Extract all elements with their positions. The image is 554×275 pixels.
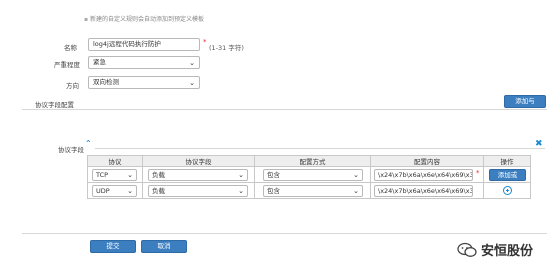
direction-label: 方向 xyxy=(66,82,79,90)
content-input[interactable]: \x24\x7b\x6a\x6e\x64\x69\x3a xyxy=(374,169,473,181)
chevron-down-icon: ⌄ xyxy=(189,79,195,87)
chevron-down-icon: ⌄ xyxy=(238,187,244,195)
protocol-select[interactable]: UDP ⌄ xyxy=(92,185,137,197)
chevron-up-icon[interactable]: ⌃ xyxy=(85,139,92,148)
direction-select[interactable]: 双向检测 ⌄ xyxy=(88,76,200,89)
severity-value: 紧急 xyxy=(93,58,106,66)
table-header-row: 协议 协议字段 配置方式 配置内容 操作 xyxy=(87,155,531,167)
submit-button[interactable]: 提交 xyxy=(90,240,136,253)
severity-label: 严重程度 xyxy=(54,61,80,69)
column-header: 协议字段 xyxy=(142,155,255,167)
content-input[interactable]: \x24\x7b\x6a\x6e\x64\x69\x3a xyxy=(374,185,473,197)
table-row: TCP ⌄ 负载 ⌄ 包含 ⌄ \x24\x7b\x6a\x6e\x64\x69… xyxy=(87,166,531,183)
severity-select[interactable]: 紧急 ⌄ xyxy=(88,56,200,69)
close-icon[interactable]: ✖ xyxy=(535,139,543,149)
chevron-down-icon: ⌄ xyxy=(353,187,359,195)
chevron-down-icon: ⌄ xyxy=(189,59,195,67)
name-input[interactable]: log4j远程代码执行防护 xyxy=(88,38,200,51)
column-header: 协议 xyxy=(87,155,143,167)
add-button[interactable]: 添加与 xyxy=(504,95,546,108)
table-row: UDP ⌄ 负载 ⌄ 包含 ⌄ \x24\x7b\x6a\x6e\x64\x69… xyxy=(87,182,531,199)
name-required-mark: * xyxy=(203,38,207,46)
method-select[interactable]: 包含 ⌄ xyxy=(263,185,363,197)
method-select[interactable]: 包含 ⌄ xyxy=(263,169,363,181)
column-header: 操作 xyxy=(483,155,531,167)
chevron-down-icon: ⌄ xyxy=(127,187,133,195)
footer-divider xyxy=(22,233,547,234)
form-hint: ▪ 新建的自定义规则会自动添加到预定义模板 xyxy=(84,16,205,23)
content-required-mark: * xyxy=(476,169,480,177)
column-header: 配置方式 xyxy=(254,155,371,167)
chevron-down-icon: ⌄ xyxy=(238,171,244,179)
protocol-select[interactable]: TCP ⌄ xyxy=(92,169,137,181)
info-icon: ▪ xyxy=(84,16,89,23)
chevron-down-icon: ⌄ xyxy=(353,171,359,179)
protocol-field-label: 协议字段 xyxy=(58,146,84,154)
wechat-icon xyxy=(457,242,477,257)
protocol-config-label: 协议字段配置 xyxy=(35,101,74,109)
name-length-hint: (1-31 字符) xyxy=(209,44,244,52)
cancel-button[interactable]: 取消 xyxy=(141,240,187,253)
section-divider xyxy=(22,109,547,110)
name-label: 名称 xyxy=(64,44,77,52)
direction-value: 双向检测 xyxy=(93,78,119,86)
watermark-text: 安恒股份 xyxy=(481,244,534,259)
protocol-config-table: 协议 协议字段 配置方式 配置内容 操作 TCP ⌄ 负载 ⌄ 包含 ⌄ \x2… xyxy=(87,155,531,199)
column-header: 配置内容 xyxy=(370,155,484,167)
section-divider xyxy=(95,148,545,149)
watermark: 安恒股份 xyxy=(457,240,533,259)
plus-circle-icon[interactable] xyxy=(503,186,512,195)
field-select[interactable]: 负载 ⌄ xyxy=(148,169,248,181)
add-row-button[interactable]: 添加或 xyxy=(489,169,526,181)
field-select[interactable]: 负载 ⌄ xyxy=(148,185,248,197)
chevron-down-icon: ⌄ xyxy=(127,171,133,179)
